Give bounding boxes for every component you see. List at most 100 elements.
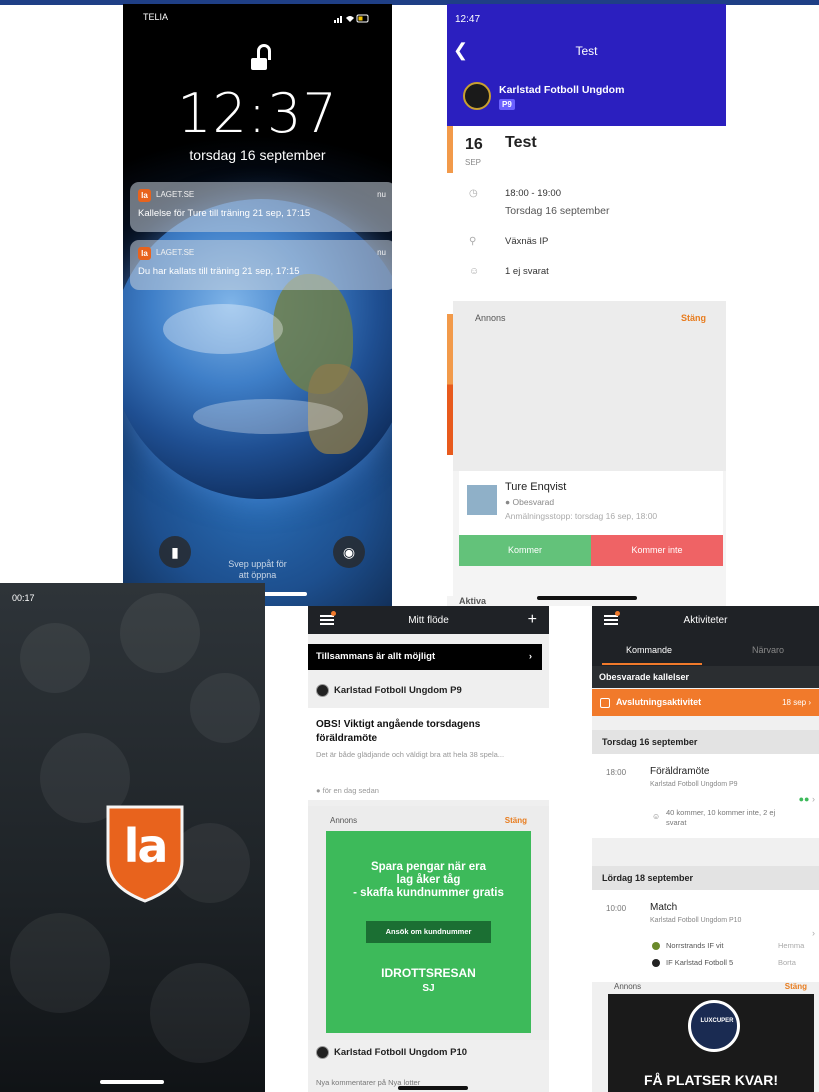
laget-app-icon: la xyxy=(138,189,151,202)
event-card: 16 SEP Test ◷ 18:00 - 19:00 Torsdag 16 s… xyxy=(453,126,726,301)
team-badge: P9 xyxy=(499,99,515,110)
home-indicator[interactable] xyxy=(398,1086,468,1090)
day-header: Lördag 18 september xyxy=(592,866,819,890)
carrier-label: TELIA xyxy=(143,12,169,22)
ad-headline: Spara pengar när era lag åker tåg - skaf… xyxy=(326,861,531,900)
luxcuper-ad[interactable]: LUXCUPER FÅ PLATSER KVAR! xyxy=(608,994,814,1092)
event-date: Torsdag 16 september xyxy=(505,205,610,217)
club-name: Karlstad Fotboll Ungdom P9 xyxy=(334,685,462,696)
player-status-text: Obesvarad xyxy=(512,497,555,507)
ad-headline-line-2: lag åker tåg xyxy=(396,874,461,886)
ad-headline: FÅ PLATSER KVAR! xyxy=(643,1072,779,1088)
feed-post[interactable]: OBS! Viktigt angående torsdagens föräldr… xyxy=(308,708,549,800)
event-summary: 40 kommer, 10 kommer inte, 2 ej svarat xyxy=(666,808,776,827)
ad-headline-line-1: Spara pengar när era xyxy=(370,861,487,873)
signup-deadline: Anmälningsstopp: torsdag 16 sep, 18:00 xyxy=(505,511,658,521)
ad-close-button[interactable]: Stäng xyxy=(785,982,807,991)
ad-label: Annons xyxy=(330,816,358,825)
swipe-hint-line-1: Svep uppåt för xyxy=(228,559,287,569)
notification-time: nu xyxy=(377,248,386,257)
ad-label: Annons xyxy=(614,982,642,991)
club-name: Karlstad Fotboll Ungdom P10 xyxy=(334,1047,468,1058)
event-time: 18:00 - 19:00 xyxy=(505,188,561,199)
lock-screen: TELIA 12:37 torsdag 16 september la LAGE… xyxy=(123,4,392,606)
feed-screen: Mitt flöde + Tillsammans är allt möjligt… xyxy=(308,606,549,1092)
swipe-hint: Svep uppåt för att öppna xyxy=(123,559,392,581)
event-club: Karlstad Fotboll Ungdom P9 xyxy=(650,781,738,788)
attend-button[interactable]: Kommer xyxy=(459,535,591,566)
club-logo xyxy=(463,82,491,110)
tab-upcoming[interactable]: Kommande xyxy=(626,645,672,655)
ad-cta-button[interactable]: Ansök om kundnummer xyxy=(366,921,491,943)
section-label: Aktiva xyxy=(459,596,487,606)
event-club: Karlstad Fotboll Ungdom P10 xyxy=(650,917,742,924)
event-name: Föräldramöte xyxy=(650,766,710,777)
event-name: Match xyxy=(650,902,678,913)
ad-close-button[interactable]: Stäng xyxy=(681,313,706,323)
event-row[interactable]: 18:00 Föräldramöte Karlstad Fotboll Ungd… xyxy=(592,754,819,838)
ad-label: Annons xyxy=(475,313,506,323)
event-time: 10:00 xyxy=(606,904,627,913)
home-indicator[interactable] xyxy=(100,1080,164,1084)
notification-1[interactable]: la LAGET.SE nu Kallelse för Ture till tr… xyxy=(130,182,392,232)
tab-bar: Kommande Närvaro xyxy=(592,634,819,666)
activities-title: Aktiviteter xyxy=(683,615,728,626)
unanswered-header: Obesvarade kallelser xyxy=(592,666,819,688)
event-month: SEP xyxy=(465,158,482,167)
tab-attendance[interactable]: Närvaro xyxy=(752,645,784,655)
away-label: Borta xyxy=(778,958,796,967)
nav-title: Test xyxy=(575,44,598,58)
post-title: OBS! Viktigt angående torsdagens föräldr… xyxy=(316,719,481,744)
status-time: 12:47 xyxy=(455,14,481,25)
event-location[interactable]: Växnäs IP xyxy=(505,236,548,247)
event-detail-screen: 12:47 ❮ Test Karlstad Fotboll Ungdom P9 … xyxy=(447,4,726,606)
event-responses[interactable]: 1 ej svarat xyxy=(505,266,549,277)
promo-banner[interactable]: Tillsammans är allt möjligt › xyxy=(308,644,542,670)
team-logo xyxy=(652,942,660,950)
notification-2[interactable]: la LAGET.SE nu Du har kallats till träni… xyxy=(130,240,392,290)
home-indicator[interactable] xyxy=(537,596,637,600)
post-body: Det är både glädjande och väldigt bra at… xyxy=(316,750,505,759)
notification-app-name: LAGET.SE xyxy=(156,190,195,199)
home-label: Hemma xyxy=(778,941,805,950)
notification-app-name: LAGET.SE xyxy=(156,248,195,257)
club-logo xyxy=(316,684,329,697)
club-row[interactable]: Karlstad Fotboll Ungdom P9 xyxy=(308,678,549,704)
notification-message: Kallelse för Ture till träning 21 sep, 1… xyxy=(138,208,311,219)
away-team: IF Karlstad Fotboll 5 xyxy=(666,958,734,967)
logo-text: la xyxy=(123,819,169,873)
people-icon: ☺ xyxy=(652,812,661,821)
decline-button[interactable]: Kommer inte xyxy=(591,535,723,566)
pending-invite[interactable]: Avslutningsaktivitet 18 sep › xyxy=(592,689,819,716)
activities-header: Aktiviteter xyxy=(592,606,819,634)
team-logo xyxy=(652,959,660,967)
pending-invite-date: 18 sep › xyxy=(782,698,811,707)
player-status: ● Obesvarad xyxy=(505,497,555,507)
sj-logo: SJ xyxy=(422,983,435,994)
sj-ad[interactable]: Spara pengar när era lag åker tåg - skaf… xyxy=(326,831,531,1033)
club-row[interactable]: Karlstad Fotboll Ungdom P10 xyxy=(308,1040,549,1066)
clock-icon: ◷ xyxy=(469,188,478,199)
pending-date-text: 18 sep xyxy=(782,698,807,707)
swipe-hint-line-2: att öppna xyxy=(238,570,277,580)
avatar xyxy=(467,485,497,515)
status-dots: ●● › xyxy=(798,794,815,804)
location-pin-icon: ⚲ xyxy=(469,236,477,247)
add-icon[interactable]: + xyxy=(528,611,537,629)
activities-screen: Aktiviteter Kommande Närvaro Obesvarade … xyxy=(592,606,819,1092)
notification-time: nu xyxy=(377,190,386,199)
feed-header: Mitt flöde + xyxy=(308,606,549,634)
splash-screen: 00:17 la xyxy=(0,583,265,1092)
lock-open-icon xyxy=(248,44,271,74)
day-header: Torsdag 16 september xyxy=(592,730,819,754)
event-row[interactable]: 10:00 Match Karlstad Fotboll Ungdom P10 … xyxy=(592,890,819,982)
lock-time: 12:37 xyxy=(177,82,338,145)
home-team: Norrstrands IF vit xyxy=(666,941,724,950)
promo-banner-text: Tillsammans är allt möjligt xyxy=(316,651,436,662)
notification-message: Du har kallats till träning 21 sep, 17:1… xyxy=(138,266,300,277)
luxcuper-logo xyxy=(688,1000,740,1052)
event-header: 12:47 ❮ Test Karlstad Fotboll Ungdom P9 xyxy=(447,4,726,126)
lock-date: torsdag 16 september xyxy=(189,147,326,163)
ad-close-button[interactable]: Stäng xyxy=(505,816,527,825)
ad-section: Annons Stäng Spara pengar när era lag åk… xyxy=(308,806,549,1040)
